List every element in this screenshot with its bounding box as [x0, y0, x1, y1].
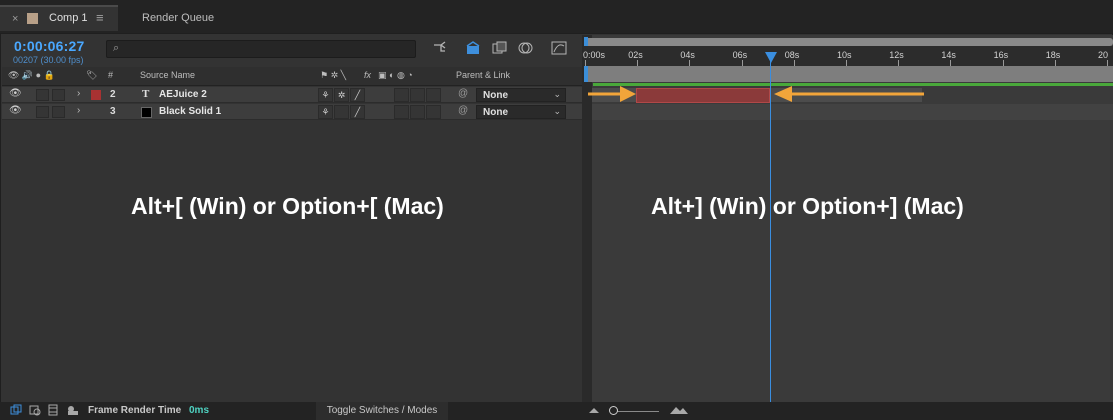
ruler-label: 10s [837, 50, 852, 60]
work-area-start-handle[interactable] [584, 66, 588, 82]
ruler-label: 06s [732, 50, 748, 60]
lock-toggle[interactable] [52, 106, 65, 118]
layer-switches-icon[interactable] [10, 404, 22, 416]
chevron-right-icon[interactable]: › [77, 105, 80, 116]
composition-mini-flowchart-icon[interactable] [432, 40, 450, 56]
zoom-slider-handle[interactable] [609, 406, 618, 415]
zoom-slider-track[interactable] [613, 411, 659, 412]
ruler-label: 16s [993, 50, 1009, 60]
time-navigator[interactable] [584, 38, 1113, 46]
chevron-down-icon: ⌄ [553, 106, 561, 116]
pick-whip-icon[interactable]: @ [458, 105, 468, 116]
switches-header-icons: ⚑ ✲ ╲ [320, 70, 347, 80]
zoom-out-mountain-icon[interactable] [589, 406, 599, 414]
parent-select[interactable]: None ⌄ [476, 105, 566, 119]
caption-trim-out: Alt+] (Win) or Option+] (Mac) [651, 193, 964, 219]
playhead-handle[interactable] [765, 52, 777, 63]
layer-number: 2 [110, 89, 116, 100]
transfer-controls-icon[interactable] [29, 404, 41, 416]
ruler-label: 04s [680, 50, 695, 60]
effects-header: fx [364, 70, 372, 80]
ruler-label: 02s [628, 50, 643, 60]
label-color-swatch[interactable] [91, 90, 101, 100]
frame-info: 00207 (30.00 fps) [13, 55, 84, 65]
parent-link-header[interactable]: Parent & Link [456, 70, 510, 80]
panel-menu-icon[interactable]: ≡ [96, 10, 104, 25]
shy-switch-icon[interactable]: ⚘ [318, 105, 333, 119]
ruler-label: 0:00s [583, 50, 606, 60]
3d-layer-switch[interactable] [426, 105, 441, 119]
trim-in-arrow-icon [588, 86, 636, 102]
motion-blur-icon[interactable] [518, 40, 536, 56]
shy-switch-icon[interactable]: ⚘ [318, 88, 333, 102]
render-time-icon[interactable] [66, 404, 80, 416]
collapse-switch[interactable] [334, 105, 349, 119]
quality-switch-icon[interactable]: ╱ [350, 105, 365, 119]
layer-bar-black-solid-1[interactable] [592, 104, 1113, 120]
adjustment-layer-switch[interactable] [410, 105, 425, 119]
frame-render-time-value: 0ms [189, 405, 210, 416]
collapse-switch-icon[interactable]: ✲ [334, 88, 349, 102]
quality-switch-icon[interactable]: ╱ [350, 88, 365, 102]
composition-swatch-icon [27, 13, 38, 24]
motion-blur-switch[interactable] [394, 88, 409, 102]
parent-select-value: None [483, 90, 508, 101]
layer-row-aejuice-2[interactable]: 👁 › 2 T AEJuice 2 ⚘ ✲ ╱ @ None ⌄ [2, 87, 582, 103]
tab-bar: × Comp 1 ≡ Render Queue [0, 0, 1113, 35]
ruler-label: 12s [889, 50, 904, 60]
caption-trim-in: Alt+[ (Win) or Option+[ (Mac) [131, 193, 444, 219]
layer-name[interactable]: Black Solid 1 [159, 106, 221, 117]
layer-name[interactable]: AEJuice 2 [159, 89, 207, 100]
solo-toggle[interactable] [36, 106, 49, 118]
trim-arrows [588, 86, 924, 102]
solid-layer-icon [141, 107, 152, 118]
motion-blur-switch[interactable] [394, 105, 409, 119]
label-header-icon: 🏷 [86, 70, 98, 80]
solo-toggle[interactable] [36, 89, 49, 101]
parent-select[interactable]: None ⌄ [476, 88, 566, 102]
close-tab-icon[interactable]: × [12, 13, 18, 25]
graph-editor-icon[interactable] [550, 40, 568, 56]
status-bar: Frame Render Time 0ms Toggle Switches / … [0, 402, 1113, 420]
in-out-duration-icon[interactable] [47, 404, 59, 416]
tab-comp-label: Comp 1 [49, 12, 88, 24]
tab-comp-1[interactable]: × Comp 1 ≡ [0, 5, 118, 31]
layer-number-header: # [108, 70, 114, 80]
toggle-switches-modes-button[interactable]: Toggle Switches / Modes [316, 402, 448, 420]
video-toggle-eye-icon[interactable]: 👁 [9, 105, 22, 116]
frame-blending-icon[interactable] [491, 40, 509, 56]
3d-layer-switch[interactable] [426, 88, 441, 102]
lock-toggle[interactable] [52, 89, 65, 101]
layer-row-black-solid-1[interactable]: 👁 › 3 Black Solid 1 ⚘ ╱ @ None ⌄ [2, 104, 582, 120]
layer-number: 3 [110, 106, 116, 117]
layer-search-input[interactable]: ⌕ [106, 40, 416, 58]
source-name-header[interactable]: Source Name [140, 70, 195, 80]
video-toggle-eye-icon[interactable]: 👁 [9, 88, 22, 99]
chevron-down-icon: ⌄ [553, 89, 561, 99]
modes-header-icons: ▣ ◐ ◍ ◔ [378, 70, 413, 80]
layer-column-header: 👁 🔊 ● 🔒 🏷 # Source Name ⚑ ✲ ╲ fx ▣ ◐ ◍ ◔… [2, 67, 582, 86]
adjustment-layer-switch[interactable] [410, 88, 425, 102]
work-area-bar[interactable] [587, 66, 1113, 82]
ruler-label: 08s [784, 50, 800, 60]
ruler-label: 20 [1098, 50, 1109, 60]
trim-out-arrow-icon [774, 86, 924, 102]
zoom-in-mountain-icon[interactable] [670, 405, 688, 415]
parent-select-value: None [483, 107, 508, 118]
shy-layers-icon[interactable] [464, 40, 482, 56]
search-icon: ⌕ [113, 42, 120, 54]
pick-whip-icon[interactable]: @ [458, 88, 468, 99]
ruler-label: 18s [1045, 50, 1061, 60]
current-timecode[interactable]: 0:00:06:27 [14, 38, 85, 54]
playhead-line[interactable] [770, 60, 771, 403]
ruler-label: 14s [941, 50, 956, 60]
chevron-right-icon[interactable]: › [77, 88, 80, 99]
tab-render-queue[interactable]: Render Queue [142, 12, 214, 24]
frame-render-time-label: Frame Render Time [88, 405, 182, 416]
av-features-header-icons: 👁 🔊 ● 🔒 [8, 70, 55, 80]
text-layer-icon: T [142, 88, 150, 100]
